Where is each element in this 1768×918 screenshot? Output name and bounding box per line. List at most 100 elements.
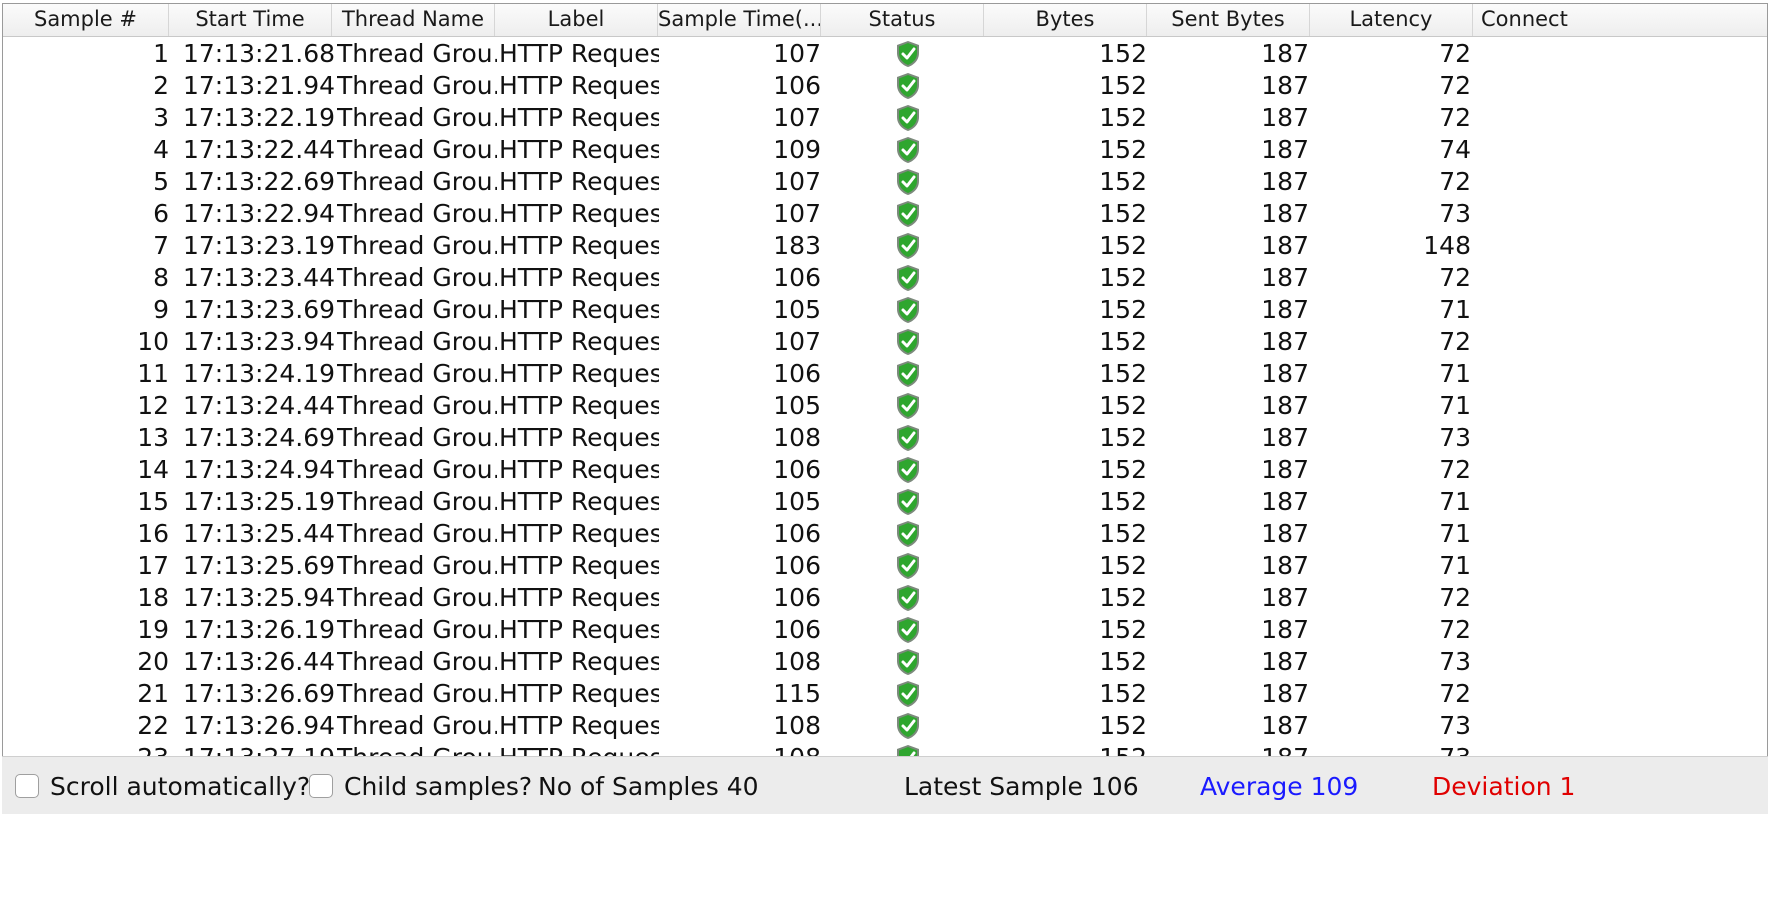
cell-sample-time: 106 xyxy=(773,263,821,292)
average-value: 109 xyxy=(1310,772,1359,801)
cell-sent-bytes: 187 xyxy=(1261,423,1309,452)
cell-sample-time: 106 xyxy=(773,455,821,484)
table-row[interactable]: 8 17:13:23.445Thread Grou...HTTP Request 1… xyxy=(3,261,1767,293)
cell-sample-time: 105 xyxy=(773,391,821,420)
scroll-automatically-label[interactable]: Scroll automatically? xyxy=(50,757,310,815)
table-row[interactable]: 6 17:13:22.943Thread Grou...HTTP Request 1… xyxy=(3,197,1767,229)
cell-bytes: 152 xyxy=(1099,583,1147,612)
cell-sample-number: 4 xyxy=(153,135,169,164)
cell-bytes: 152 xyxy=(1099,295,1147,324)
column-header-sample[interactable]: Sample # xyxy=(3,4,169,36)
table-row[interactable]: 10 17:13:23.945Thread Grou...HTTP Request… xyxy=(3,325,1767,357)
cell-sample-number: 7 xyxy=(153,231,169,260)
cell-sent-bytes: 187 xyxy=(1261,167,1309,196)
cell-start-time: 17:13:23.693 xyxy=(183,295,335,324)
cell-sent-bytes: 187 xyxy=(1261,135,1309,164)
cell-label: HTTP Request xyxy=(499,103,659,132)
cell-bytes: 152 xyxy=(1099,199,1147,228)
cell-sent-bytes: 187 xyxy=(1261,71,1309,100)
cell-sent-bytes: 187 xyxy=(1261,103,1309,132)
success-shield-icon xyxy=(895,488,921,516)
cell-sample-time: 107 xyxy=(773,39,821,68)
cell-label: HTTP Request xyxy=(499,679,659,708)
column-header-status[interactable]: Status xyxy=(821,4,984,36)
column-header-connect[interactable]: Connect xyxy=(1473,4,1767,36)
child-samples-checkbox[interactable] xyxy=(309,774,333,798)
table-row[interactable]: 16 17:13:25.446Thread Grou...HTTP Request… xyxy=(3,517,1767,549)
cell-thread-name: Thread Grou... xyxy=(337,199,497,228)
cell-sent-bytes: 187 xyxy=(1261,519,1309,548)
cell-sample-number: 1 xyxy=(153,39,169,68)
cell-label: HTTP Request xyxy=(499,647,659,676)
table-row[interactable]: 18 17:13:25.944Thread Grou...HTTP Request… xyxy=(3,581,1767,613)
success-shield-icon xyxy=(895,200,921,228)
table-row[interactable]: 21 17:13:26.694Thread Grou...HTTP Request… xyxy=(3,677,1767,709)
cell-label: HTTP Request xyxy=(499,711,659,740)
cell-thread-name: Thread Grou... xyxy=(337,647,497,676)
table-row[interactable]: 20 17:13:26.444Thread Grou...HTTP Request… xyxy=(3,645,1767,677)
status-bar: Scroll automatically? Child samples? No … xyxy=(2,756,1768,814)
cell-bytes: 152 xyxy=(1099,71,1147,100)
cell-bytes: 152 xyxy=(1099,519,1147,548)
table-row[interactable]: 19 17:13:26.196Thread Grou...HTTP Request… xyxy=(3,613,1767,645)
table-row[interactable]: 3 17:13:22.192Thread Grou...HTTP Request 1… xyxy=(3,101,1767,133)
child-samples-label[interactable]: Child samples? xyxy=(344,757,532,815)
table-row[interactable]: 14 17:13:24.945Thread Grou...HTTP Request… xyxy=(3,453,1767,485)
column-header-sample-time[interactable]: Sample Time(... xyxy=(658,4,821,36)
cell-status xyxy=(883,453,931,485)
success-shield-icon xyxy=(895,712,921,740)
column-header-thread-name[interactable]: Thread Name xyxy=(332,4,495,36)
samples-count: No of Samples 40 xyxy=(538,757,759,815)
table-row[interactable]: 1 17:13:21.688Thread Grou...HTTP Request 1… xyxy=(3,37,1767,69)
table-row[interactable]: 15 17:13:25.196Thread Grou...HTTP Request… xyxy=(3,485,1767,517)
cell-sample-time: 183 xyxy=(773,231,821,260)
cell-sample-time: 115 xyxy=(773,679,821,708)
cell-label: HTTP Request xyxy=(499,199,659,228)
cell-sample-time: 106 xyxy=(773,519,821,548)
cell-sample-number: 15 xyxy=(137,487,169,516)
success-shield-icon xyxy=(895,392,921,420)
table-row[interactable]: 9 17:13:23.693Thread Grou...HTTP Request 1… xyxy=(3,293,1767,325)
column-header-sent-bytes[interactable]: Sent Bytes xyxy=(1147,4,1310,36)
cell-latency: 71 xyxy=(1439,295,1471,324)
cell-start-time: 17:13:26.947 xyxy=(183,711,335,740)
cell-sample-number: 19 xyxy=(137,615,169,644)
cell-latency: 72 xyxy=(1439,679,1471,708)
success-shield-icon xyxy=(895,232,921,260)
cell-thread-name: Thread Grou... xyxy=(337,583,497,612)
table-row[interactable]: 17 17:13:25.694Thread Grou...HTTP Request… xyxy=(3,549,1767,581)
cell-latency: 74 xyxy=(1439,135,1471,164)
table-row[interactable]: 4 17:13:22.442Thread Grou...HTTP Request 1… xyxy=(3,133,1767,165)
cell-label: HTTP Request xyxy=(499,423,659,452)
column-header-latency[interactable]: Latency xyxy=(1310,4,1473,36)
cell-bytes: 152 xyxy=(1099,615,1147,644)
cell-status xyxy=(883,261,931,293)
table-row[interactable]: 13 17:13:24.692Thread Grou...HTTP Request… xyxy=(3,421,1767,453)
cell-latency: 73 xyxy=(1439,647,1471,676)
cell-bytes: 152 xyxy=(1099,135,1147,164)
cell-latency: 72 xyxy=(1439,263,1471,292)
column-header-label[interactable]: Label xyxy=(495,4,658,36)
cell-bytes: 152 xyxy=(1099,551,1147,580)
cell-latency: 71 xyxy=(1439,391,1471,420)
cell-sample-number: 18 xyxy=(137,583,169,612)
column-header-start-time[interactable]: Start Time xyxy=(169,4,332,36)
cell-sample-time: 107 xyxy=(773,103,821,132)
table-row[interactable]: 22 17:13:26.947Thread Grou...HTTP Request… xyxy=(3,709,1767,741)
table-row[interactable]: 11 17:13:24.195Thread Grou...HTTP Request… xyxy=(3,357,1767,389)
cell-sample-number: 2 xyxy=(153,71,169,100)
table-row[interactable]: 5 17:13:22.692Thread Grou...HTTP Request 1… xyxy=(3,165,1767,197)
column-header-bytes[interactable]: Bytes xyxy=(984,4,1147,36)
cell-status xyxy=(883,229,931,261)
cell-sample-number: 22 xyxy=(137,711,169,740)
scroll-automatically-checkbox[interactable] xyxy=(15,774,39,798)
cell-thread-name: Thread Grou... xyxy=(337,167,497,196)
latest-sample-label: Latest Sample xyxy=(904,772,1083,801)
cell-bytes: 152 xyxy=(1099,327,1147,356)
cell-status xyxy=(883,293,931,325)
table-row[interactable]: 2 17:13:21.942Thread Grou...HTTP Request 1… xyxy=(3,69,1767,101)
cell-sent-bytes: 187 xyxy=(1261,615,1309,644)
cell-start-time: 17:13:25.196 xyxy=(183,487,335,516)
table-row[interactable]: 12 17:13:24.442Thread Grou...HTTP Request… xyxy=(3,389,1767,421)
table-row[interactable]: 7 17:13:23.195Thread Grou...HTTP Request 1… xyxy=(3,229,1767,261)
